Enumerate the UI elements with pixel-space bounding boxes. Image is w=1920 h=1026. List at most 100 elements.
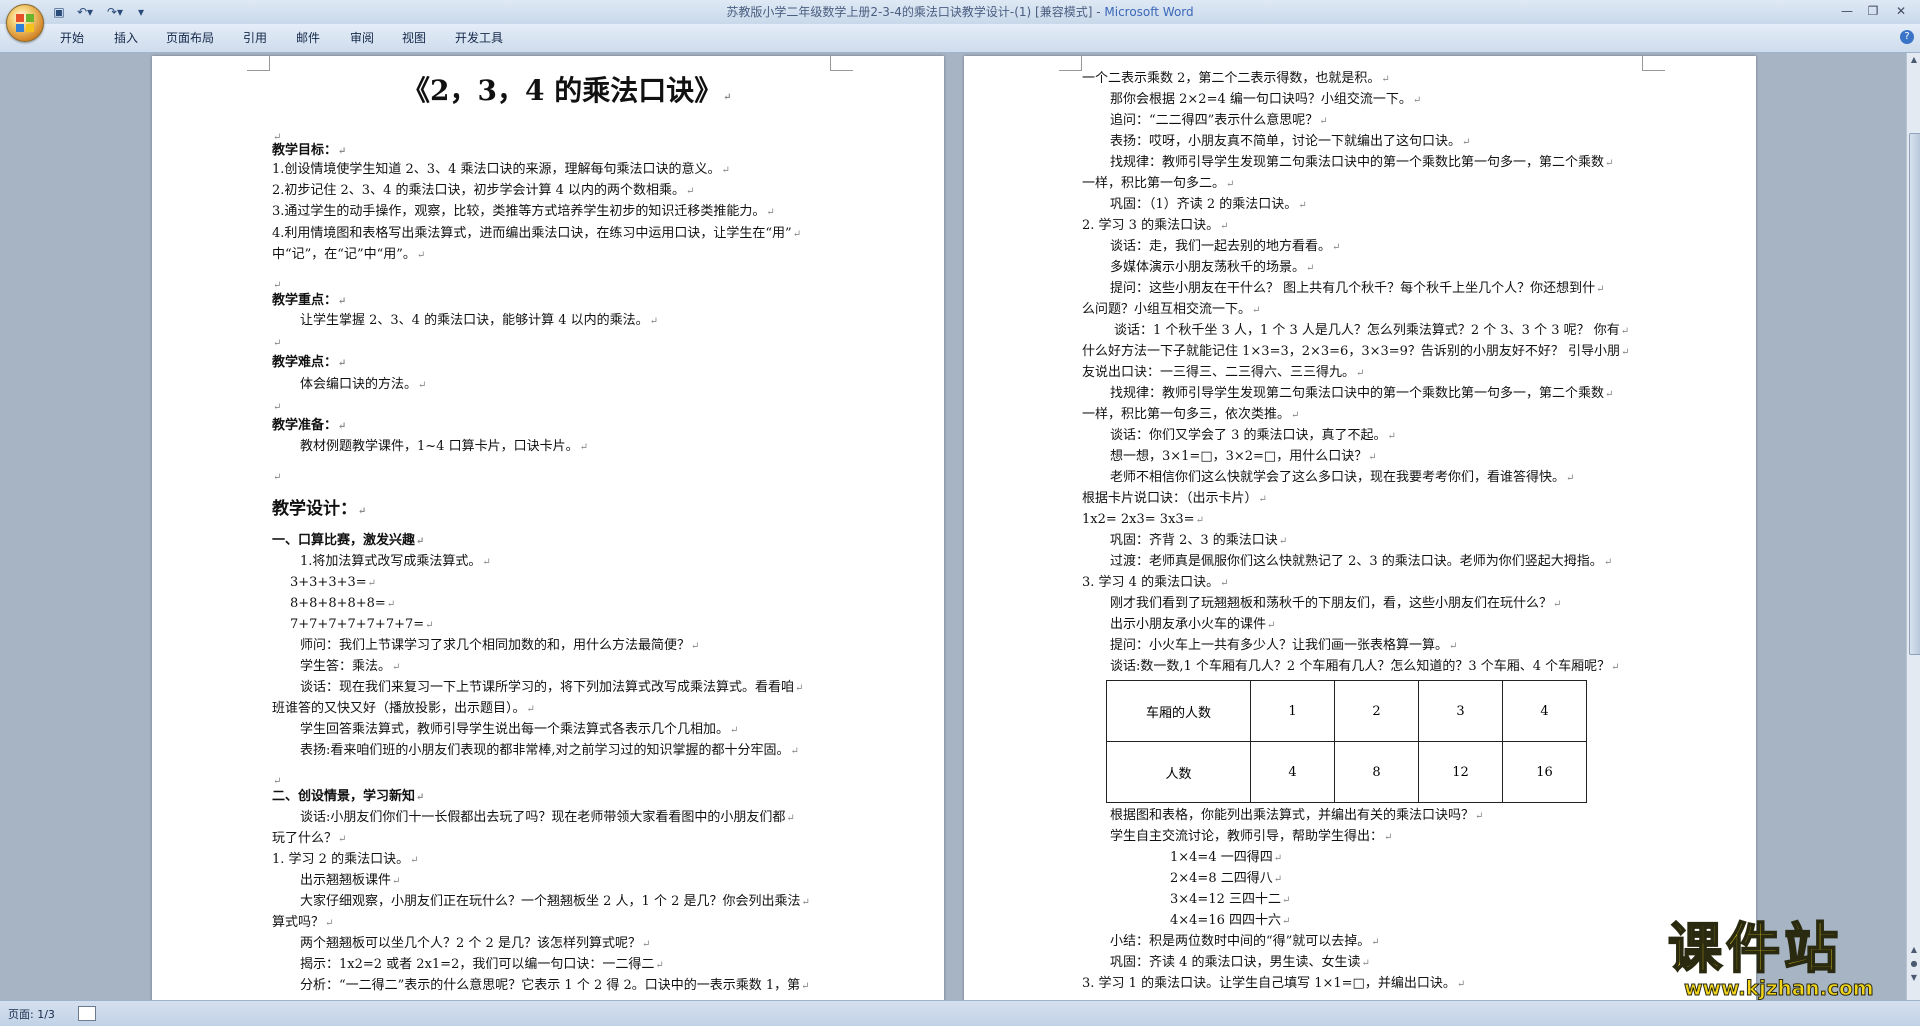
line-text: 8+8+8+8+8= [290,596,386,611]
paragraph-line: 谈话：走，我们一起去别的地方看看。↵ [1110,238,1340,257]
line-text: 巩固：齐背 2、3 的乘法口诀 [1110,533,1278,548]
paragraph-mark-icon: ↵ [1384,832,1393,843]
line-text: 一、口算比赛，激发兴趣 [272,533,416,548]
document-title: 《2，3，4 的乘法口诀》↵ [402,74,732,115]
line-text: 么问题？小组互相交流一下。 [1082,302,1252,317]
paragraph-mark-icon: ↵ [730,725,739,736]
line-text: 教学目标： [272,143,338,158]
paragraph-mark-icon: ↵ [273,280,282,291]
line-text: 学生自主交流讨论，教师引导，帮助学生得出： [1110,829,1384,844]
paragraph-line: 4×4=16 四四十六↵ [1170,912,1290,931]
line-text: 二、创设情景，学习新知 [272,789,416,804]
paragraph-mark-icon: ↵ [1462,137,1471,148]
tab-developer[interactable]: 开发工具 [455,30,503,46]
paragraph-mark-icon: ↵ [801,897,810,908]
line-text: 1.创设情境使学生知道 2、3、4 乘法口诀的来源，理解每句乘法口诀的意义。 [272,162,721,177]
paragraph-line: 老师不相信你们这么快就学会了这么多口诀，现在我要考考你们，看谁答得快。↵ [1110,469,1574,488]
tab-mailings[interactable]: 邮件 [296,30,320,46]
scroll-up-icon[interactable]: ▲ [1908,943,1920,957]
paragraph-mark-icon: ↵ [1620,326,1630,337]
vertical-scrollbar[interactable]: ▲ ▲ ● ▼ [1906,53,1920,1000]
paragraph-mark-icon: ↵ [1412,95,1422,106]
tab-home[interactable]: 开始 [60,30,84,46]
tab-view[interactable]: 视图 [402,30,426,46]
document-page-1[interactable]: 《2，3，4 的乘法口诀》↵ ↵ 教学目标：↵ 1.创设情境使学生知道 2、3、4 乘… [152,56,944,1000]
paragraph-mark-icon: ↵ [338,358,347,369]
paragraph-line: 小结：积是两位数时中间的“得”就可以去掉。↵ [1110,933,1380,952]
paragraph-line: 谈话：你们又学会了 3 的乘法口诀，真了不起。↵ [1110,427,1396,446]
paragraph-line: 3. 学习 4 的乘法口诀。↵ [1082,574,1228,593]
document-workspace[interactable]: 《2，3，4 的乘法口诀》↵ ↵ 教学目标：↵ 1.创设情境使学生知道 2、3、4 乘… [0,53,1906,1000]
office-button[interactable] [6,4,44,42]
line-text: 1.将加法算式改写成乘法算式。 [300,554,482,569]
paragraph-line: 追问：“二二得四”表示什么意思呢？↵ [1110,112,1328,131]
paragraph-line: 2.初步记住 2、3、4 的乘法口诀，初步学会计算 4 以内的两个数相乘。↵ [272,182,694,201]
line-text: 体会编口诀的方法。 [300,377,418,392]
paragraph-line: 1.将加法算式改写成乘法算式。↵ [300,553,491,572]
line-text: 揭示：1x2=2 或者 2x1=2，我们可以编一句口诀：一二得二 [300,957,655,972]
line-text: 3. 学习 4 的乘法口诀。 [1082,575,1220,590]
tab-references[interactable]: 引用 [243,30,267,46]
paragraph-line: 出示翘翘板课件↵ [300,872,400,891]
paragraph-mark-icon: ↵ [1195,515,1204,526]
paragraph-line: 班谁答的又快又好（播放投影，出示题目）。↵ [272,700,535,719]
paragraph-mark-icon: ↵ [1273,853,1283,864]
table-cell: 1 [1250,680,1335,742]
line-text: 根据图和表格，你能列出乘法算式，并编出有关的乘法口诀吗？ [1110,808,1475,823]
paragraph-line: 1.创设情境使学生知道 2、3、4 乘法口诀的来源，理解每句乘法口诀的意义。↵ [272,161,730,180]
paragraph-line: 让学生掌握 2、3、4 的乘法口诀，能够计算 4 以内的乘法。↵ [300,312,658,331]
paragraph-line: 算式吗？↵ [272,914,333,933]
paragraph-line: 教学重点：↵ [272,292,346,311]
line-text: 《2，3，4 的乘法口诀》 [402,74,723,107]
paragraph-line: 那你会根据 2×2=4 编一句口诀吗？小组交流一下。↵ [1110,91,1421,110]
paragraph-mark-icon: ↵ [1332,242,1341,253]
paragraph-line: 巩固：齐读 4 的乘法口诀，男生读、女生读↵ [1110,954,1370,973]
paragraph-mark-icon: ↵ [1449,641,1458,652]
paragraph-mark-icon: ↵ [392,662,401,673]
paragraph-mark-icon: ↵ [273,338,282,349]
paragraph-mark-icon: ↵ [482,557,491,568]
scroll-thumb[interactable] [1909,133,1920,655]
scroll-up-icon[interactable]: ▲ [1908,53,1920,67]
page-indicator[interactable]: 页面: 1/3 [8,1006,55,1022]
minimize-icon[interactable]: — [1836,2,1858,20]
table-cell: 8 [1334,741,1419,803]
paragraph-line: 分析：“一二得二”表示的什么意思呢？它表示 1 个 2 得 2。口诀中的一表示乘… [300,977,810,996]
paragraph-mark-icon: ↵ [691,641,700,652]
paragraph-mark-icon: ↵ [721,165,730,176]
line-text: 小结：积是两位数时中间的“得”就可以去掉。 [1110,934,1371,949]
maximize-icon[interactable]: ❐ [1862,2,1884,20]
line-text: 找规律：教师引导学生发现第二句乘法口诀中的第一个乘数比第一句多一，第二个乘数 [1110,386,1605,401]
line-text: 3+3+3+3= [290,575,367,590]
crop-mark [1059,56,1082,71]
paragraph-line: 教学难点：↵ [272,354,346,373]
paragraph-line: 找规律：教师引导学生发现第二句乘法口诀中的第一个乘数比第一句多一，第二个乘数↵ [1110,385,1613,404]
scroll-down-icon[interactable]: ▼ [1908,971,1920,985]
close-icon[interactable]: ✕ [1890,2,1912,20]
line-text: 1x2= 2x3= 3x3= [1082,512,1195,527]
paragraph-mark-icon: ↵ [1252,305,1261,316]
paragraph-line: 谈话：现在我们来复习一下上节课所学习的，将下列加法算式改写成乘法算式。看看咱↵ [300,679,803,698]
tab-review[interactable]: 审阅 [350,30,374,46]
paragraph-mark-icon: ↵ [338,296,347,307]
line-text: 一样，积比第一句多三，依次类推。 [1082,407,1291,422]
line-text: 大家仔细观察，小朋友们正在玩什么？一个翘翘板坐 2 人，1 个 2 是几？你会列… [300,894,801,909]
paragraph-mark-icon: ↵ [1456,979,1466,990]
window-title: 苏教版小学二年级数学上册2-3-4的乘法口诀教学设计-(1) [兼容模式] - … [0,4,1920,20]
paragraph-mark-icon: ↵ [579,442,588,453]
paragraph-line: 2×4=8 二四得八↵ [1170,870,1282,889]
help-icon[interactable]: ? [1900,30,1914,44]
paragraph-line: 1. 学习 2 的乘法口诀。↵ [272,851,418,870]
document-page-2[interactable]: 一个二表示乘数 2，第二个二表示得数，也就是积。↵ 那你会根据 2×2=4 编一句… [964,56,1756,1000]
tab-insert[interactable]: 插入 [114,30,138,46]
office-logo-icon [16,14,34,32]
line-text: 师问：我们上节课学习了求几个相同加数的和，用什么方法最简便？ [300,638,691,653]
table-cell: 16 [1502,741,1587,803]
paragraph-line: 教材例题教学课件，1~4 口算卡片，口诀卡片。↵ [300,438,588,457]
proofing-icon[interactable] [78,1006,96,1021]
select-browse-object-icon[interactable]: ● [1908,957,1920,971]
line-text: 班谁答的又快又好（播放投影，出示题目）。 [272,701,526,716]
tab-page-layout[interactable]: 页面布局 [166,30,214,46]
paragraph-mark-icon: ↵ [1356,368,1365,379]
line-text: 学生回答乘法算式，教师引导学生说出每一个乘法算式各表示几个几相加。 [300,722,730,737]
